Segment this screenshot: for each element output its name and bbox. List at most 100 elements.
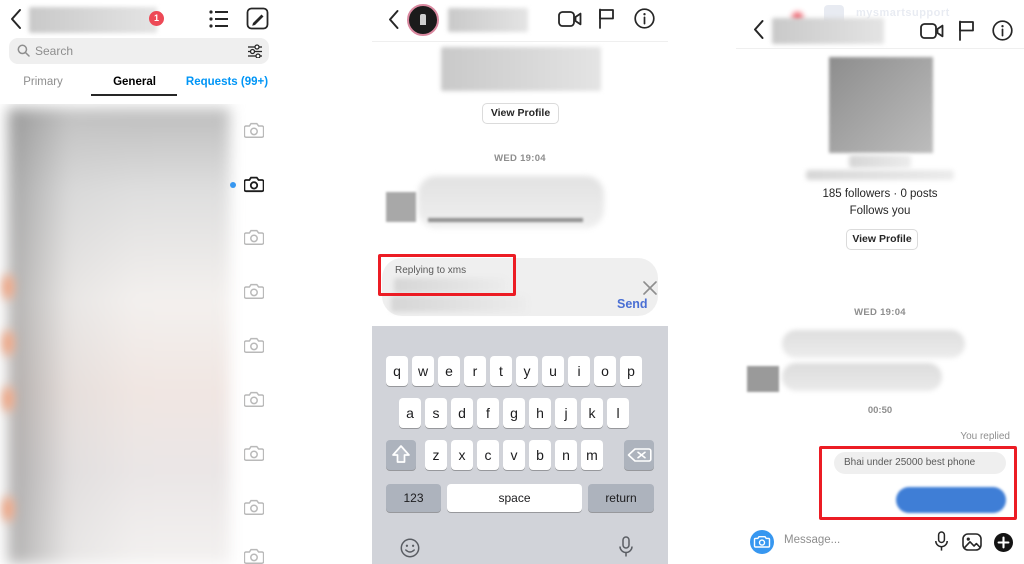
message-input-bar: Message... bbox=[736, 522, 1024, 564]
key-t[interactable]: t bbox=[490, 356, 512, 386]
chat-username-redacted bbox=[448, 8, 528, 32]
key-d[interactable]: d bbox=[451, 398, 473, 428]
key-n[interactable]: n bbox=[555, 440, 577, 470]
key-q[interactable]: q bbox=[386, 356, 408, 386]
profile-handle-redacted bbox=[806, 170, 954, 180]
reply-input-redacted[interactable] bbox=[391, 296, 527, 312]
key-a[interactable]: a bbox=[399, 398, 421, 428]
header-divider bbox=[372, 41, 668, 42]
tab-requests[interactable]: Requests (99+) bbox=[180, 72, 274, 92]
video-call-icon[interactable] bbox=[920, 22, 944, 40]
avatar[interactable] bbox=[407, 4, 439, 36]
key-l[interactable]: l bbox=[607, 398, 629, 428]
key-m[interactable]: m bbox=[581, 440, 603, 470]
camera-circle-icon[interactable] bbox=[750, 530, 774, 554]
key-g[interactable]: g bbox=[503, 398, 525, 428]
back-chevron-icon[interactable] bbox=[9, 8, 23, 30]
return-key[interactable]: return bbox=[588, 484, 654, 512]
message-input-placeholder[interactable]: Message... bbox=[784, 534, 840, 546]
camera-icon[interactable] bbox=[244, 444, 264, 462]
reply-sent-highlight-annotation bbox=[819, 446, 1017, 520]
key-u[interactable]: u bbox=[542, 356, 564, 386]
back-chevron-icon[interactable] bbox=[387, 9, 400, 30]
flag-icon[interactable] bbox=[598, 8, 615, 29]
microphone-icon[interactable] bbox=[618, 536, 634, 558]
key-y[interactable]: y bbox=[516, 356, 538, 386]
plus-circle-icon[interactable] bbox=[994, 533, 1013, 552]
avatar-accent bbox=[2, 330, 14, 356]
camera-icon[interactable] bbox=[244, 336, 264, 354]
key-f[interactable]: f bbox=[477, 398, 499, 428]
key-z[interactable]: z bbox=[425, 440, 447, 470]
camera-icon[interactable] bbox=[244, 498, 264, 516]
tab-general[interactable]: General bbox=[97, 72, 172, 92]
flag-icon[interactable] bbox=[958, 20, 975, 41]
incoming-message-text-redacted bbox=[428, 218, 583, 222]
profile-display-name-redacted bbox=[849, 155, 911, 168]
unread-count-badge: 1 bbox=[149, 11, 164, 26]
unread-blue-dot bbox=[230, 182, 236, 188]
filter-sliders-icon[interactable] bbox=[248, 44, 262, 58]
search-placeholder: Search bbox=[35, 44, 74, 58]
key-k[interactable]: k bbox=[581, 398, 603, 428]
search-input[interactable]: Search bbox=[9, 38, 269, 64]
info-circle-icon[interactable] bbox=[992, 20, 1013, 41]
emoji-smiley-icon[interactable] bbox=[400, 538, 420, 558]
key-i[interactable]: i bbox=[568, 356, 590, 386]
back-chevron-icon[interactable] bbox=[752, 19, 765, 40]
header-divider bbox=[736, 48, 1024, 49]
microphone-icon[interactable] bbox=[934, 531, 949, 552]
active-tab-underline bbox=[91, 94, 177, 96]
profile-summary-redacted bbox=[441, 47, 601, 91]
inbox-tabs: Primary General Requests (99+) bbox=[0, 72, 278, 98]
camera-icon[interactable] bbox=[244, 390, 264, 408]
camera-icon[interactable] bbox=[244, 547, 264, 564]
tab-primary[interactable]: Primary bbox=[8, 72, 78, 92]
key-o[interactable]: o bbox=[594, 356, 616, 386]
profile-chat-panel: mysmartsupport 185 followers · 0 posts F… bbox=[736, 0, 1024, 564]
key-x[interactable]: x bbox=[451, 440, 473, 470]
key-s[interactable]: s bbox=[425, 398, 447, 428]
profile-picture-redacted[interactable] bbox=[829, 57, 933, 153]
photo-gallery-icon[interactable] bbox=[962, 533, 982, 551]
backspace-delete-icon[interactable] bbox=[624, 440, 654, 470]
key-b[interactable]: b bbox=[529, 440, 551, 470]
incoming-message-bubble-redacted bbox=[782, 363, 942, 391]
view-profile-button[interactable]: View Profile bbox=[846, 229, 918, 250]
camera-icon[interactable] bbox=[244, 282, 264, 300]
key-p[interactable]: p bbox=[620, 356, 642, 386]
screenshot-root: 1 Search Primary General Requests (99+) … bbox=[0, 0, 1024, 564]
key-w[interactable]: w bbox=[412, 356, 434, 386]
key-c[interactable]: c bbox=[477, 440, 499, 470]
video-call-icon[interactable] bbox=[558, 10, 582, 28]
info-circle-icon[interactable] bbox=[634, 8, 655, 29]
conversation-list-redacted bbox=[8, 108, 230, 564]
key-r[interactable]: r bbox=[464, 356, 486, 386]
conversation-list[interactable] bbox=[0, 104, 278, 564]
close-x-icon[interactable] bbox=[643, 281, 657, 295]
account-username-redacted bbox=[29, 7, 157, 33]
profile-chat-header bbox=[736, 0, 1024, 44]
key-v[interactable]: v bbox=[503, 440, 525, 470]
view-profile-button[interactable]: View Profile bbox=[482, 103, 559, 124]
space-key[interactable]: space bbox=[447, 484, 582, 512]
avatar-accent bbox=[2, 496, 14, 522]
day-timestamp: WED 19:04 bbox=[494, 153, 546, 164]
day-timestamp: WED 19:04 bbox=[854, 307, 906, 318]
numeric-keyboard-button[interactable]: 123 bbox=[386, 484, 441, 512]
compose-pencil-icon[interactable] bbox=[246, 7, 269, 30]
search-icon bbox=[17, 44, 30, 57]
camera-icon[interactable] bbox=[244, 228, 264, 246]
key-j[interactable]: j bbox=[555, 398, 577, 428]
avatar-accent bbox=[2, 386, 14, 412]
message-requests-list-icon[interactable] bbox=[208, 8, 230, 30]
you-replied-label: You replied bbox=[960, 431, 1010, 442]
shift-arrow-icon[interactable] bbox=[386, 440, 416, 470]
camera-icon[interactable] bbox=[244, 121, 264, 139]
key-e[interactable]: e bbox=[438, 356, 460, 386]
send-button[interactable]: Send bbox=[617, 297, 648, 311]
message-thumbnail-redacted bbox=[747, 366, 779, 392]
message-thumbnail-redacted bbox=[386, 192, 416, 222]
camera-icon[interactable] bbox=[244, 175, 264, 193]
key-h[interactable]: h bbox=[529, 398, 551, 428]
